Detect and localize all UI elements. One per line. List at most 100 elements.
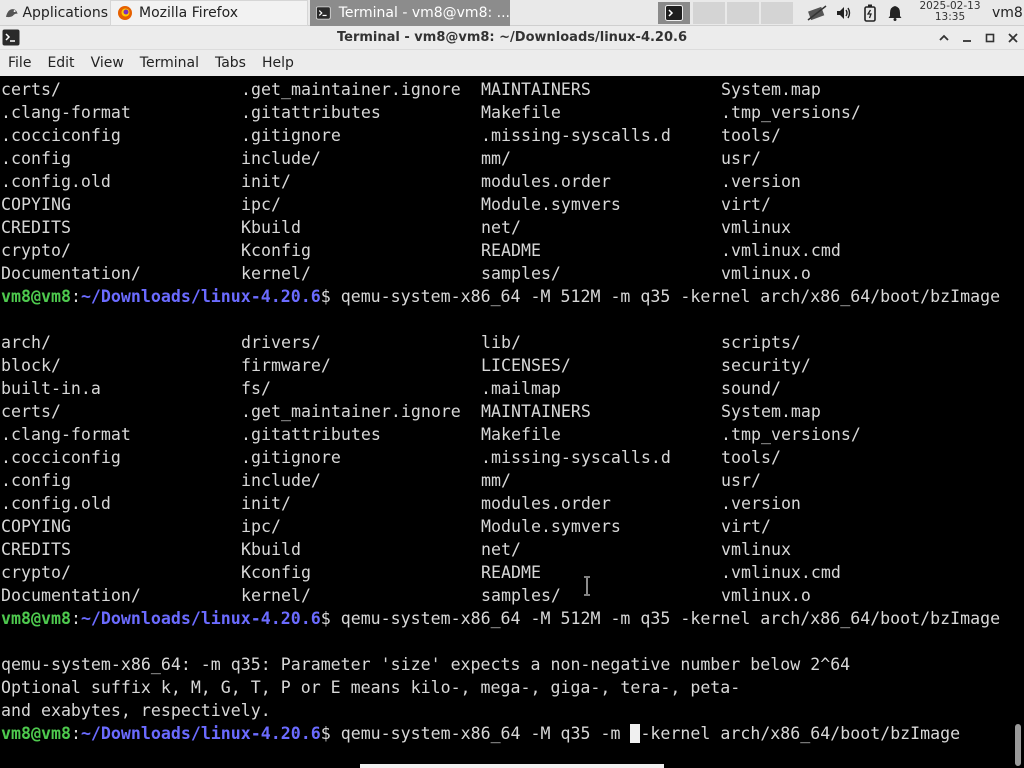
window-title: Terminal - vm8@vm8: ~/Downloads/linux-4.… (337, 30, 687, 45)
menu-edit[interactable]: Edit (39, 50, 82, 76)
listing-entry: Kbuild (241, 540, 301, 559)
prompt-line: vm8@vm8:~/Downloads/linux-4.20.6$ qemu-s… (1, 285, 1000, 308)
prompt-path: ~/Downloads/linux-4.20.6 (80, 724, 321, 743)
listing-entry: net/ (481, 540, 521, 559)
error-line: and exabytes, respectively. (1, 701, 271, 720)
listing-entry: CREDITS (1, 218, 71, 237)
terminal-output[interactable]: certs/ .get_maintainer.ignore MAINTAINERS S… (0, 76, 1012, 768)
clock[interactable]: 2025-02-13 13:35 (910, 0, 990, 26)
listing-entry: vmlinux (721, 218, 791, 237)
listing-entry: .config.old (1, 172, 111, 191)
listing-entry: Documentation/ (1, 586, 141, 605)
ibeam-cursor-icon (584, 576, 590, 596)
prompt-separator: : (70, 609, 81, 628)
listing-entry: sound/ (721, 379, 781, 398)
window-titlebar[interactable]: Terminal - vm8@vm8: ~/Downloads/linux-4.… (0, 26, 1024, 50)
applications-menu-button[interactable]: Applications (0, 0, 108, 26)
listing-entry: block/ (1, 356, 61, 375)
command-input[interactable]: qemu-system-x86_64 -M q35 -m (331, 724, 631, 743)
prompt-dollar: $ (320, 287, 331, 306)
listing-entry: tools/ (721, 448, 781, 467)
terminal-icon (665, 5, 683, 21)
listing-entry: modules.order (481, 494, 611, 513)
error-line: qemu-system-x86_64: -m q35: Parameter 's… (1, 655, 851, 674)
listing-entry: Kconfig (241, 563, 311, 582)
user-menu[interactable]: vm8 (992, 0, 1023, 26)
listing-entry: crypto/ (1, 563, 71, 582)
error-line: Optional suffix k, M, G, T, P or E means… (1, 678, 741, 697)
battery-icon[interactable] (860, 0, 880, 26)
network-icon[interactable] (805, 0, 829, 26)
listing-entry: .cocciconfig (1, 126, 121, 145)
workspace-3[interactable] (727, 2, 759, 24)
listing-entry: drivers/ (241, 333, 321, 352)
volume-icon[interactable] (833, 0, 855, 26)
terminal-scrollbar[interactable] (1012, 76, 1024, 768)
listing-entry: firmware/ (241, 356, 331, 375)
listing-entry: Module.symvers (481, 195, 621, 214)
workspace-4[interactable] (761, 2, 793, 24)
listing-entry: .config (1, 471, 71, 490)
maximize-up-icon[interactable] (935, 29, 953, 47)
close-icon (1008, 33, 1018, 43)
menu-terminal[interactable]: Terminal (132, 50, 207, 76)
listing-entry: mm/ (481, 149, 511, 168)
prompt-dollar: $ (320, 724, 331, 743)
minimize-icon (963, 40, 971, 42)
menu-tabs[interactable]: Tabs (207, 50, 254, 76)
listing-entry: .version (721, 494, 801, 513)
listing-entry: fs/ (241, 379, 271, 398)
close-button[interactable] (1004, 29, 1022, 47)
listing-entry: .mailmap (481, 379, 561, 398)
listing-entry: .clang-format (1, 425, 131, 444)
listing-entry: kernel/ (241, 586, 311, 605)
bottom-panel-strip (360, 764, 664, 768)
listing-entry: README (481, 241, 541, 260)
command-input-rest[interactable]: -kernel arch/x86_64/boot/bzImage (640, 724, 960, 743)
listing-entry: .gitignore (241, 448, 341, 467)
menu-help[interactable]: Help (254, 50, 302, 76)
applications-label: Applications (22, 5, 108, 21)
menu-file[interactable]: File (0, 50, 39, 76)
workspace-1[interactable] (658, 2, 690, 24)
top-panel: Applications Mozilla Firefox Terminal - … (0, 0, 1024, 26)
listing-entry: README (481, 563, 541, 582)
minimize-button[interactable] (958, 29, 976, 47)
prompt-path: ~/Downloads/linux-4.20.6 (80, 287, 321, 306)
listing-entry: lib/ (481, 333, 521, 352)
notifications-icon[interactable] (885, 0, 905, 26)
listing-entry: vmlinux.o (721, 586, 811, 605)
listing-entry: ipc/ (241, 195, 281, 214)
listing-entry: init/ (241, 172, 291, 191)
workspace-2[interactable] (693, 2, 725, 24)
listing-entry: usr/ (721, 471, 761, 490)
taskbar-item-terminal[interactable]: Terminal - vm8@vm8: ... (310, 0, 510, 26)
scrollbar-thumb[interactable] (1015, 724, 1021, 766)
listing-entry: net/ (481, 218, 521, 237)
terminal-icon (316, 6, 331, 20)
listing-entry: built-in.a (1, 379, 101, 398)
taskbar-item-firefox[interactable]: Mozilla Firefox (110, 0, 308, 26)
command-text: qemu-system-x86_64 -M 512M -m q35 -kerne… (330, 609, 1001, 628)
listing-entry: .gitignore (241, 126, 341, 145)
firefox-icon (118, 6, 132, 20)
listing-entry: .missing-syscalls.d (481, 448, 671, 467)
prompt-dollar: $ (320, 609, 331, 628)
listing-entry: Module.symvers (481, 517, 621, 536)
prompt-line[interactable]: vm8@vm8:~/Downloads/linux-4.20.6$ qemu-s… (1, 722, 960, 745)
listing-entry: MAINTAINERS (481, 80, 591, 99)
listing-entry: init/ (241, 494, 291, 513)
listing-entry: Documentation/ (1, 264, 141, 283)
prompt-line: vm8@vm8:~/Downloads/linux-4.20.6$ qemu-s… (1, 607, 1000, 630)
listing-entry: vmlinux (721, 540, 791, 559)
prompt-separator: : (70, 724, 81, 743)
listing-entry: Makefile (481, 425, 561, 444)
maximize-button[interactable] (981, 29, 999, 47)
text-cursor (630, 724, 641, 743)
applications-icon (5, 9, 18, 18)
listing-entry: .version (721, 172, 801, 191)
listing-entry: arch/ (1, 333, 51, 352)
listing-entry: System.map (721, 80, 821, 99)
menu-view[interactable]: View (83, 50, 132, 76)
listing-entry: .gitattributes (241, 425, 381, 444)
